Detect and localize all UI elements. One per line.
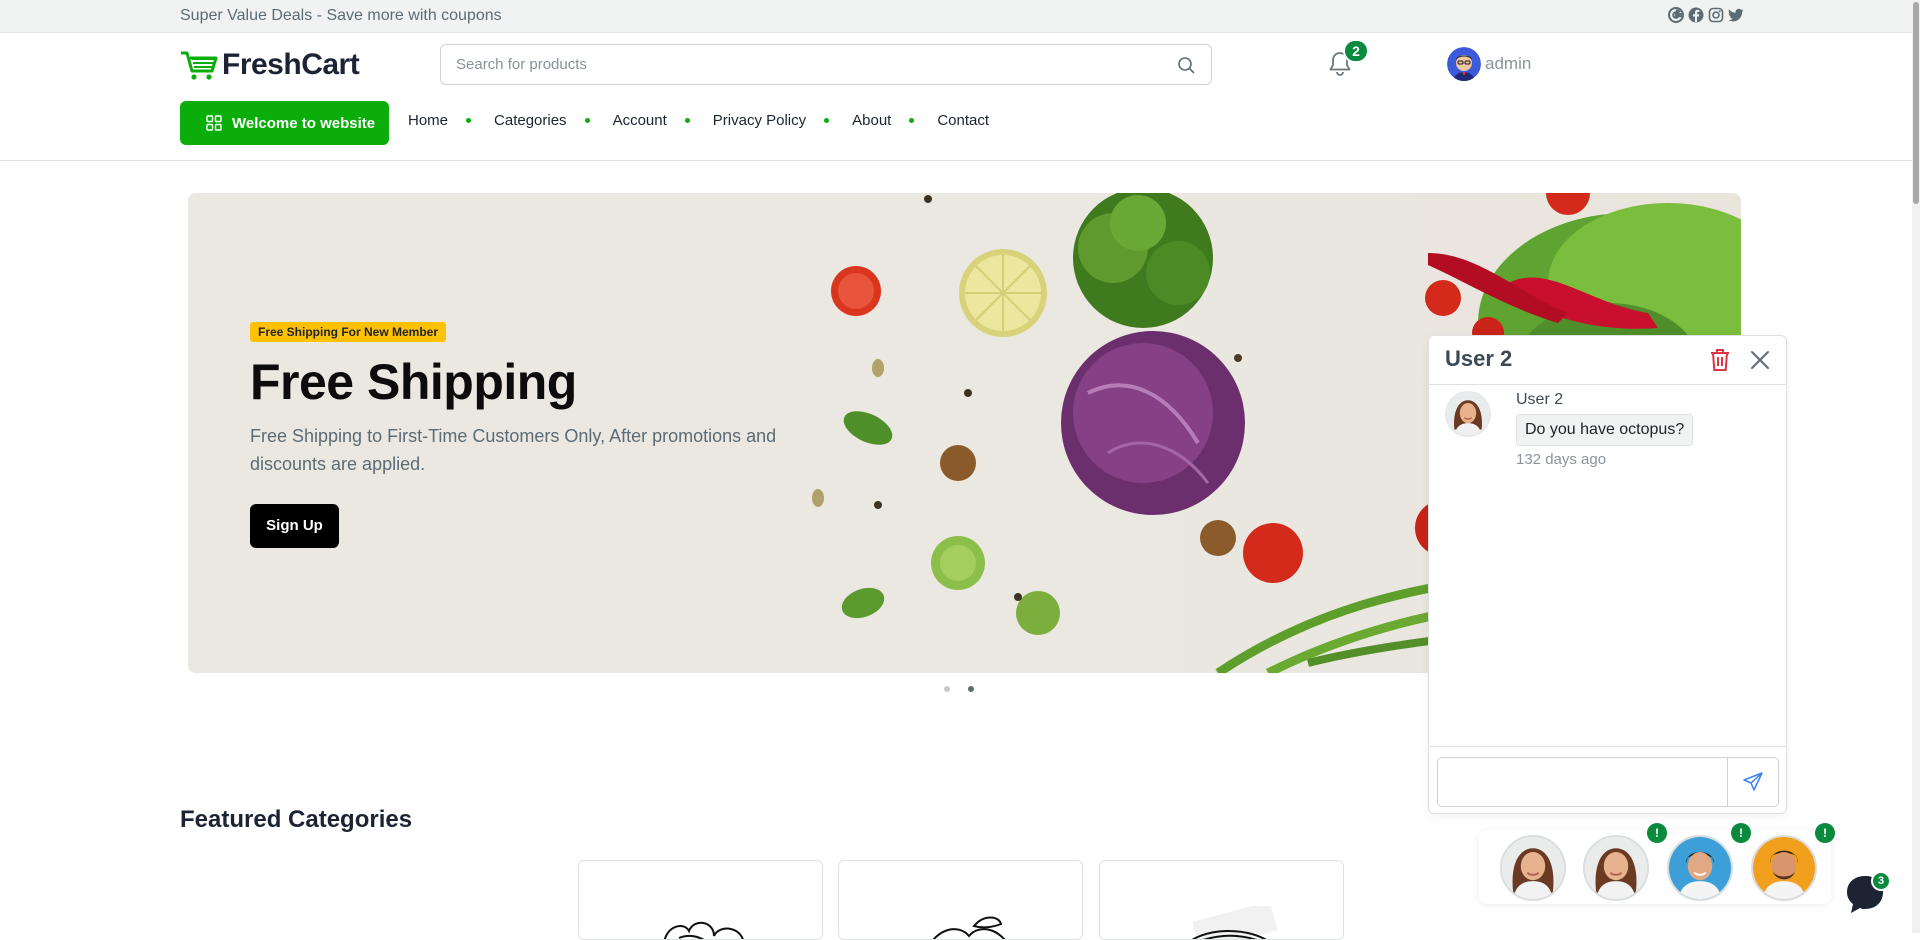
- trash-icon[interactable]: [1709, 348, 1731, 372]
- category-card[interactable]: [1099, 860, 1344, 940]
- chat-header: User 2: [1429, 336, 1786, 385]
- carousel-dot-2[interactable]: [968, 686, 974, 692]
- carousel-indicators: [944, 686, 974, 692]
- avatar: [1447, 47, 1481, 81]
- instagram-icon[interactable]: [1708, 7, 1724, 23]
- search-input[interactable]: [456, 45, 1156, 84]
- message-bubble: Do you have octopus?: [1516, 414, 1694, 446]
- chat-title: User 2: [1445, 346, 1513, 371]
- chat-composer: [1429, 746, 1786, 813]
- seafood-icon: [1192, 906, 1278, 939]
- nav-item-account[interactable]: Account: [613, 112, 667, 129]
- nav-item-categories[interactable]: Categories: [494, 112, 567, 129]
- message-author: User 2: [1516, 391, 1564, 408]
- grid-icon: [206, 115, 222, 131]
- message-timestamp: 132 days ago: [1516, 451, 1607, 468]
- search-box: [440, 44, 1212, 85]
- user-name: admin: [1485, 54, 1532, 73]
- send-button[interactable]: [1727, 757, 1779, 807]
- hero-title: Free Shipping: [250, 354, 577, 410]
- vegetables-icon: [663, 921, 744, 939]
- hero-subtitle: Free Shipping to First-Time Customers On…: [250, 426, 777, 474]
- fruits-icon: [932, 916, 1006, 939]
- nav-item-about[interactable]: About: [852, 112, 891, 129]
- category-card[interactable]: [838, 860, 1083, 940]
- chat-window: User 2 User 2 Do you have octopus? 132 d…: [1428, 335, 1787, 814]
- unread-badge: !: [1815, 823, 1835, 843]
- avatar: [1445, 391, 1491, 437]
- chat-head-avatar[interactable]: [1500, 835, 1566, 901]
- messenger-count-badge: 3: [1871, 871, 1891, 891]
- scrollbar-thumb[interactable]: [1913, 2, 1919, 204]
- chat-head-avatar[interactable]: [1667, 835, 1733, 901]
- google-icon[interactable]: [1668, 6, 1685, 23]
- top-promo-bar: Super Value Deals - Save more with coupo…: [0, 0, 1920, 33]
- main-nav: Home Categories Account Privacy Policy A…: [408, 112, 989, 129]
- nav-separator: [824, 118, 830, 123]
- nav-separator: [684, 118, 690, 123]
- search-icon[interactable]: [1177, 56, 1195, 74]
- unread-badge: !: [1731, 823, 1751, 843]
- user-menu[interactable]: admin: [1447, 47, 1531, 81]
- close-icon[interactable]: [1749, 349, 1771, 371]
- chat-heads-tray: ! ! !: [1479, 823, 1835, 904]
- facebook-icon[interactable]: [1688, 7, 1704, 23]
- logo-text: FreshCart: [222, 48, 360, 81]
- nav-separator: [584, 118, 590, 123]
- nav-item-privacy-policy[interactable]: Privacy Policy: [713, 112, 806, 129]
- site-header: FreshCart 2 admin Welcome to website Hom…: [0, 33, 1920, 161]
- carousel-dot-1[interactable]: [944, 686, 950, 692]
- page-scrollbar[interactable]: [1912, 0, 1920, 933]
- hero-badge: Free Shipping For New Member: [250, 322, 447, 342]
- nav-item-home[interactable]: Home: [408, 112, 448, 129]
- notification-badge: 2: [1343, 39, 1369, 63]
- chat-message-input[interactable]: [1437, 757, 1728, 807]
- welcome-button[interactable]: Welcome to website: [180, 101, 389, 145]
- unread-badge: !: [1647, 823, 1667, 843]
- nav-item-contact[interactable]: Contact: [937, 112, 989, 129]
- section-title: Featured Categories: [180, 806, 413, 833]
- social-links: [1668, 6, 1744, 23]
- chat-head-avatar[interactable]: [1583, 835, 1649, 901]
- welcome-label: Welcome to website: [232, 114, 376, 132]
- chat-head-avatar[interactable]: [1751, 835, 1817, 901]
- send-icon: [1743, 772, 1763, 791]
- twitter-icon[interactable]: [1728, 7, 1744, 23]
- logo[interactable]: FreshCart: [180, 48, 360, 82]
- promo-text: Super Value Deals - Save more with coupo…: [180, 7, 502, 24]
- category-card[interactable]: [578, 860, 823, 940]
- nav-separator: [466, 118, 472, 123]
- cart-logo-icon: [181, 51, 218, 80]
- sign-up-button[interactable]: Sign Up: [250, 504, 339, 548]
- nav-separator: [909, 118, 915, 123]
